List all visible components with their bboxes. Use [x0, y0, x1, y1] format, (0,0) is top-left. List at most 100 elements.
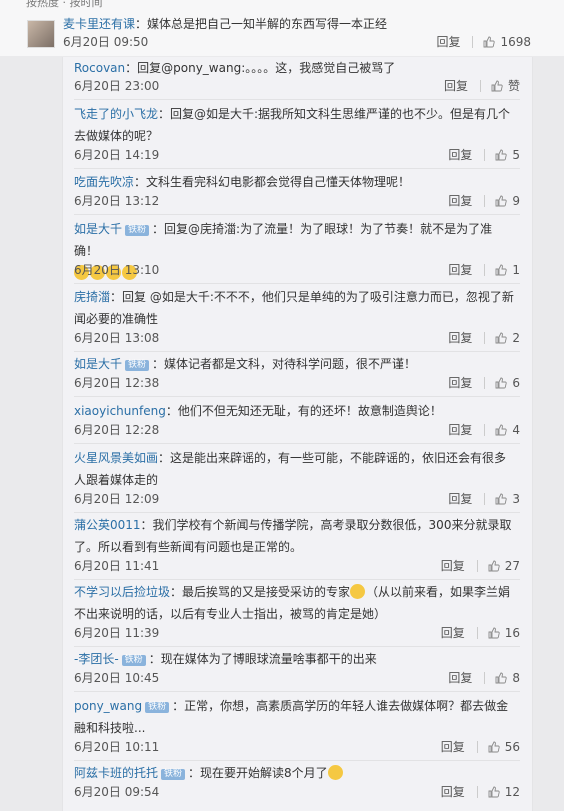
thumbs-up-icon[interactable]	[495, 424, 508, 436]
reply-button[interactable]: 回复	[448, 263, 472, 277]
reply-timestamp: 6月20日 14:19	[74, 148, 160, 162]
reply-actions: 回复 12	[441, 783, 520, 800]
reply-actions: 回复 27	[441, 557, 520, 574]
reply-text: 如是大千 铁粉 ：媒体记者都是文科，对待科学问题，很不严谨！	[74, 357, 417, 371]
comment-author-link[interactable]: 麦卡里还有课	[63, 17, 135, 31]
praying-emoji-icon	[327, 765, 343, 780]
fan-badge: 铁粉	[161, 769, 186, 780]
reply-button[interactable]: 回复	[444, 79, 468, 93]
like-count: 6	[512, 376, 520, 390]
thumbs-up-icon[interactable]	[495, 195, 508, 207]
like-count: 1698	[500, 35, 531, 49]
thumbs-up-icon[interactable]	[491, 80, 503, 92]
reply-text: 蒲公英0011：我们学校有个新闻与传播学院，高考录取分数很低，300来分就录取了…	[74, 518, 512, 554]
reply-author-link[interactable]: -李团长-	[74, 652, 119, 666]
divider	[74, 646, 520, 647]
reply-author-link[interactable]: 如是大千	[74, 357, 122, 371]
like-count: 5	[512, 148, 520, 162]
reply-actions: 回复 赞	[444, 77, 520, 94]
reply-author-link[interactable]: 不学习以后捡垃圾	[74, 585, 170, 599]
reply-actions: 回复 8	[448, 669, 520, 686]
main-comment-text: 麦卡里还有课：媒体总是把自己一知半解的东西写得一本正经	[63, 17, 388, 31]
sort-tabs-fragment: 按热度 · 按时间	[0, 0, 564, 14]
reply-button[interactable]: 回复	[448, 492, 472, 506]
reply-author-link[interactable]: 吃面先吹凉	[74, 175, 134, 189]
divider	[484, 332, 486, 344]
main-comment: 麦卡里还有课：媒体总是把自己一知半解的东西写得一本正经 6月20日 09:50 …	[0, 14, 564, 56]
divider	[74, 99, 520, 100]
divider	[472, 36, 474, 48]
like-count: 1	[512, 263, 520, 277]
reply-timestamp: 6月20日 11:39	[74, 626, 160, 640]
sweat-emoji-icon	[350, 584, 366, 599]
divider	[479, 80, 481, 92]
reply-button[interactable]: 回复	[436, 35, 460, 49]
reply-button[interactable]: 回复	[448, 331, 472, 345]
thumbs-up-icon[interactable]	[488, 741, 500, 753]
reply-button[interactable]: 回复	[441, 626, 465, 640]
thumbs-up-icon[interactable]	[488, 627, 500, 639]
divider	[484, 377, 486, 389]
reply-button[interactable]: 回复	[448, 194, 472, 208]
reply-button[interactable]: 回复	[448, 423, 472, 437]
divider	[74, 512, 520, 513]
reply-timestamp: 6月20日 09:54	[74, 785, 160, 799]
reply-author-link[interactable]: 蒲公英0011	[74, 518, 141, 532]
thumbs-up-icon[interactable]	[495, 149, 508, 161]
reply-timestamp: 6月20日 12:28	[74, 423, 160, 437]
reply-author-link[interactable]: xiaoyichunfeng	[74, 404, 166, 418]
thumbs-up-icon[interactable]	[488, 560, 500, 572]
reply-timestamp: 6月20日 23:00	[74, 79, 160, 93]
reply-actions: 回复 16	[441, 624, 520, 641]
reply-actions: 回复 56	[441, 738, 520, 755]
reply-button[interactable]: 回复	[448, 148, 472, 162]
reply-actions: 回复 1	[448, 261, 520, 278]
reply-button[interactable]: 回复	[441, 559, 465, 573]
reply-text: 飞走了的小飞龙：回复@如是大千:据我所知文科生思维严谨的也不少。但是有几个去做媒…	[74, 107, 511, 143]
like-count: 9	[512, 194, 520, 208]
like-count: 27	[504, 559, 520, 573]
avatar[interactable]	[27, 20, 55, 48]
reply-actions: 回复 5	[448, 146, 520, 163]
divider	[74, 214, 520, 215]
reply-button[interactable]: 回复	[448, 671, 472, 685]
reply-button[interactable]: 回复	[448, 376, 472, 390]
reply-actions: 回复 9	[448, 192, 520, 209]
reply-actions: 回复 3	[448, 490, 520, 507]
fan-badge: 铁粉	[121, 655, 146, 666]
reply-author-link[interactable]: 如是大千	[74, 222, 122, 236]
reply-button[interactable]: 回复	[441, 785, 465, 799]
reply-author-link[interactable]: 庑掎湽	[74, 290, 110, 304]
reply-text: 火星风景美如画：这是能出来辟谣的，有一些可能，不能辟谣的，依旧还会有很多人跟着媒…	[74, 451, 507, 487]
reply-timestamp: 6月20日 10:45	[74, 671, 160, 685]
comment-timestamp: 6月20日 09:50	[63, 35, 149, 49]
thumbs-up-icon[interactable]	[495, 377, 508, 389]
reply-author-link[interactable]: pony_wang	[74, 699, 142, 713]
reply-author-link[interactable]: 飞走了的小飞龙	[74, 107, 158, 121]
reply-button[interactable]: 回复	[441, 740, 465, 754]
divider	[74, 283, 520, 284]
thumbs-up-icon[interactable]	[483, 36, 496, 48]
divider	[74, 351, 520, 352]
reply-timestamp: 6月20日 13:10	[74, 263, 160, 277]
thumbs-up-icon[interactable]	[488, 786, 500, 798]
reply-author-link[interactable]: 火星风景美如画	[74, 451, 158, 465]
like-count: 16	[504, 626, 520, 640]
thumbs-up-icon[interactable]	[495, 332, 508, 344]
reply-actions: 回复 6	[448, 374, 520, 391]
divider	[74, 443, 520, 444]
divider	[484, 149, 486, 161]
fan-badge: 铁粉	[145, 702, 170, 713]
reply-text: Rocovan：回复@pony_wang:。。。。这，我感觉自己被骂了	[74, 61, 396, 75]
reply-text: -李团长- 铁粉 ：现在媒体为了博眼球流量啥事都干的出来	[74, 652, 377, 666]
reply-actions: 回复 2	[448, 329, 520, 346]
like-count: 3	[512, 492, 520, 506]
divider	[484, 424, 486, 436]
reply-text: xiaoyichunfeng：他们不但无知还无耻，有的还坏！故意制造舆论！	[74, 404, 442, 418]
fan-badge: 铁粉	[125, 225, 150, 236]
thumbs-up-icon[interactable]	[495, 493, 508, 505]
reply-author-link[interactable]: Rocovan	[74, 61, 125, 75]
thumbs-up-icon[interactable]	[495, 264, 508, 276]
thumbs-up-icon[interactable]	[495, 672, 508, 684]
reply-author-link[interactable]: 阿兹卡班的托托	[74, 766, 158, 780]
